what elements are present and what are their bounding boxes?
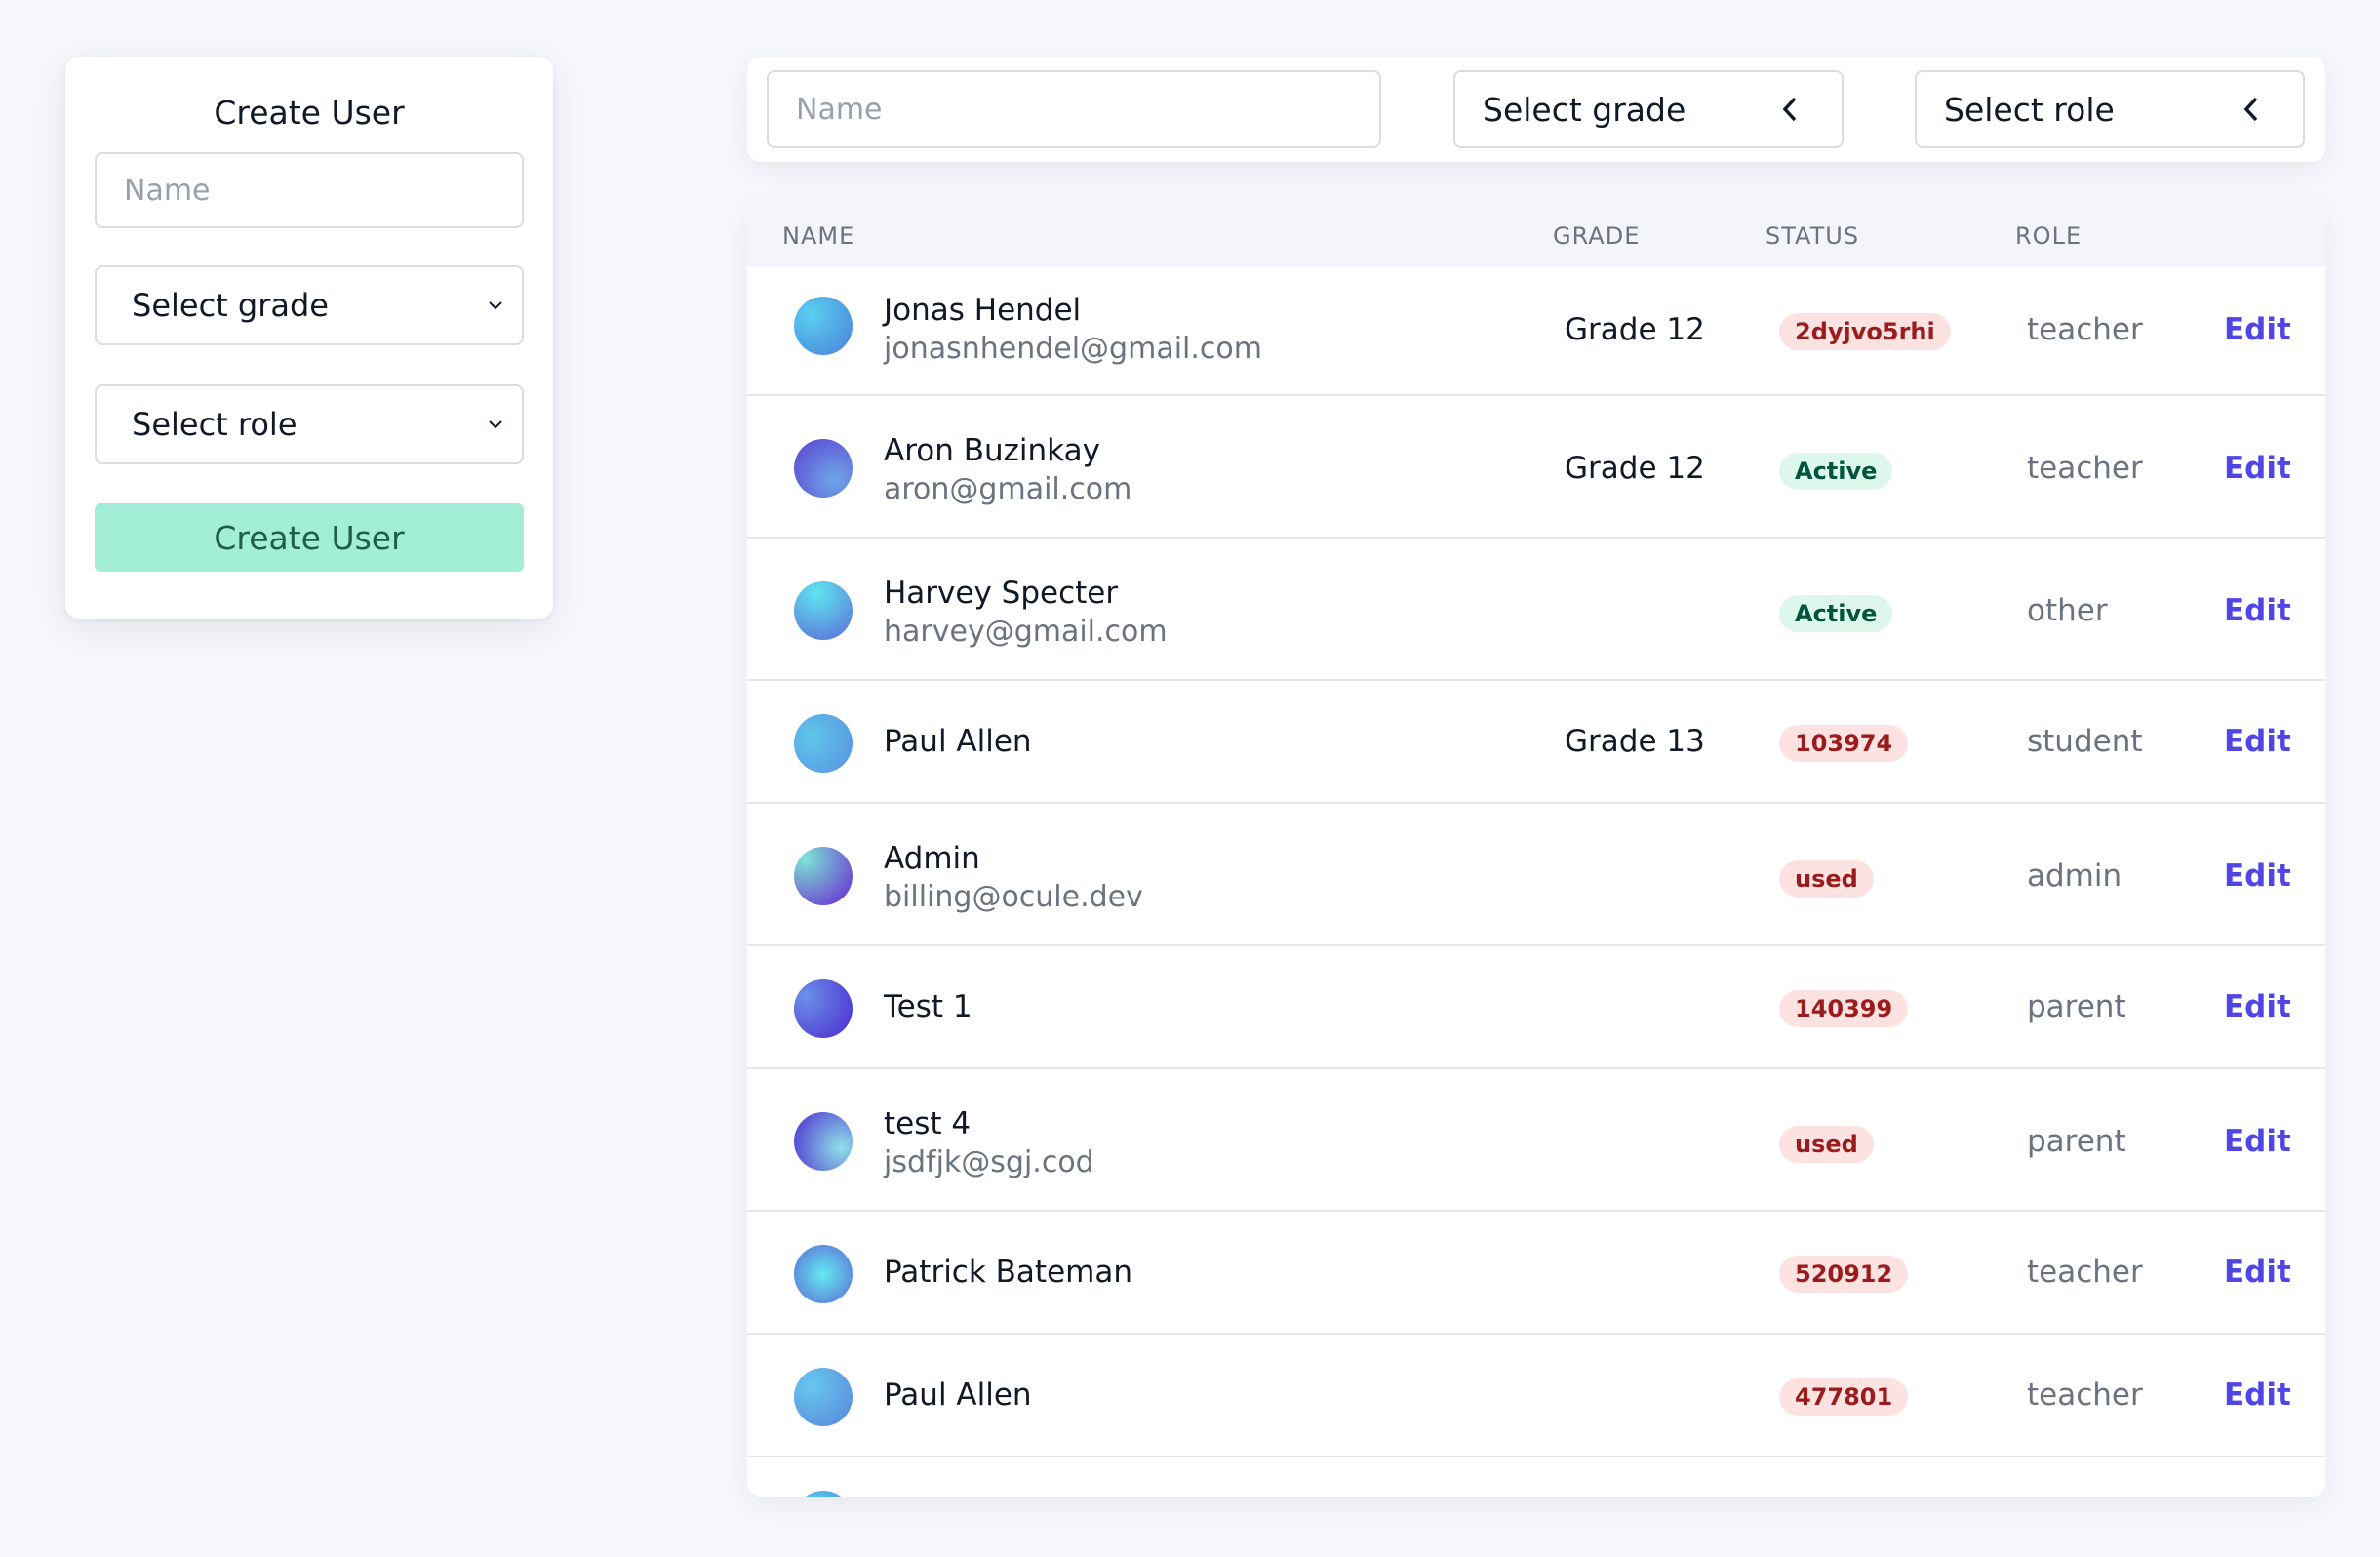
status-badge: 140399 [1779,990,1909,1027]
avatar [794,297,853,355]
table-row: Aron Buzinkay aron@gmail.com Grade 12 Ac… [747,396,2325,539]
user-cell: Admin billing@ocule.dev [884,839,1143,917]
user-cell: Paul Allen [884,722,1032,761]
table-row: Patrick Bateman 520912 teacher Edit [747,1212,2325,1335]
table-row [747,1457,2325,1497]
status-badge: Active [1779,595,1893,632]
user-name: Jonas Hendel [884,293,1082,328]
create-user-button[interactable]: Create User [95,503,524,572]
edit-link[interactable]: Edit [2224,1124,2291,1159]
chevron-left-icon [1782,97,1797,122]
user-email: billing@ocule.dev [884,880,1143,914]
grade-select-label: Select grade [132,287,329,324]
header-name: NAME [782,222,855,250]
user-name: test 4 [884,1106,972,1141]
chevron-down-icon [489,301,502,310]
grade-cell: Grade 12 [1565,312,1705,347]
edit-link[interactable]: Edit [2224,724,2291,759]
edit-link[interactable]: Edit [2224,858,2291,894]
avatar [794,1491,853,1497]
avatar [794,581,853,640]
avatar [794,714,853,773]
role-cell: parent [2027,1124,2126,1159]
user-cell: Test 1 [884,987,972,1026]
table-row: Harvey Specter harvey@gmail.com Active o… [747,539,2325,681]
name-input[interactable]: Name [95,152,524,228]
user-name: Patrick Bateman [884,1255,1132,1290]
edit-link[interactable]: Edit [2224,451,2291,486]
user-email: harvey@gmail.com [884,615,1168,649]
role-cell: teacher [2027,1255,2143,1290]
user-cell: Paul Allen [884,1376,1032,1415]
user-cell: Aron Buzinkay aron@gmail.com [884,431,1131,509]
chevron-down-icon [489,420,502,429]
user-cell: Patrick Bateman [884,1253,1132,1292]
role-cell: teacher [2027,1377,2143,1413]
header-role: ROLE [2015,222,2082,250]
user-name: Test 1 [884,989,972,1024]
table-row: Paul Allen Grade 13 103974 student Edit [747,681,2325,804]
edit-link[interactable]: Edit [2224,1377,2291,1413]
avatar [794,439,853,498]
filter-role-label: Select role [1944,90,2115,129]
avatar [794,847,853,905]
edit-link[interactable]: Edit [2224,312,2291,347]
grade-cell: Grade 13 [1565,724,1705,759]
role-cell: teacher [2027,312,2143,347]
role-select[interactable]: Select role [95,384,524,464]
users-table: NAME GRADE STATUS ROLE Jonas Hendel jona… [747,201,2325,1497]
status-badge: Active [1779,453,1893,490]
user-name: Paul Allen [884,724,1032,759]
status-badge: 2dyjvo5rhi [1779,313,1951,350]
status-badge: used [1779,1126,1874,1163]
grade-cell: Grade 12 [1565,451,1705,486]
role-cell: admin [2027,858,2122,894]
edit-link[interactable]: Edit [2224,1255,2291,1290]
filter-grade-select[interactable]: Select grade [1453,70,1844,148]
table-row: Test 1 140399 parent Edit [747,946,2325,1069]
status-badge: 477801 [1779,1378,1909,1416]
user-name: Harvey Specter [884,576,1119,611]
user-email: aron@gmail.com [884,472,1132,506]
create-user-title: Create User [214,94,405,132]
role-cell: teacher [2027,451,2143,486]
filter-grade-label: Select grade [1483,90,1686,129]
user-name: Paul Allen [884,1377,1032,1413]
role-select-label: Select role [132,406,298,443]
filter-role-select[interactable]: Select role [1915,70,2305,148]
role-cell: other [2027,593,2108,628]
user-name: Admin [884,841,980,876]
user-name: Aron Buzinkay [884,433,1100,468]
table-header: NAME GRADE STATUS ROLE [747,201,2325,267]
table-row: test 4 jsdfjk@sgj.cod used parent Edit [747,1069,2325,1212]
avatar [794,1368,853,1426]
table-row: Admin billing@ocule.dev used admin Edit [747,804,2325,946]
user-cell: test 4 jsdfjk@sgj.cod [884,1104,1094,1182]
grade-select[interactable]: Select grade [95,265,524,345]
status-badge: 520912 [1779,1256,1909,1293]
edit-link[interactable]: Edit [2224,989,2291,1024]
chevron-left-icon [2243,97,2258,122]
avatar [794,1112,853,1171]
user-email: jsdfjk@sgj.cod [884,1145,1094,1179]
filter-name-input[interactable]: Name [767,70,1381,148]
filter-bar: Name Select grade Select role [747,57,2325,162]
edit-link[interactable]: Edit [2224,593,2291,628]
user-cell: Harvey Specter harvey@gmail.com [884,574,1168,652]
avatar [794,979,853,1038]
status-badge: 103974 [1779,725,1909,762]
user-cell: Jonas Hendel jonasnhendel@gmail.com [884,291,1262,369]
table-row: Jonas Hendel jonasnhendel@gmail.com Grad… [747,267,2325,396]
avatar [794,1245,853,1303]
table-row: Paul Allen 477801 teacher Edit [747,1335,2325,1457]
role-cell: student [2027,724,2143,759]
header-grade: GRADE [1553,222,1641,250]
header-status: STATUS [1765,222,1860,250]
user-email: jonasnhendel@gmail.com [884,332,1262,366]
create-user-card: Create User Name Select grade Select rol… [65,57,553,619]
status-badge: used [1779,860,1874,898]
role-cell: parent [2027,989,2126,1024]
